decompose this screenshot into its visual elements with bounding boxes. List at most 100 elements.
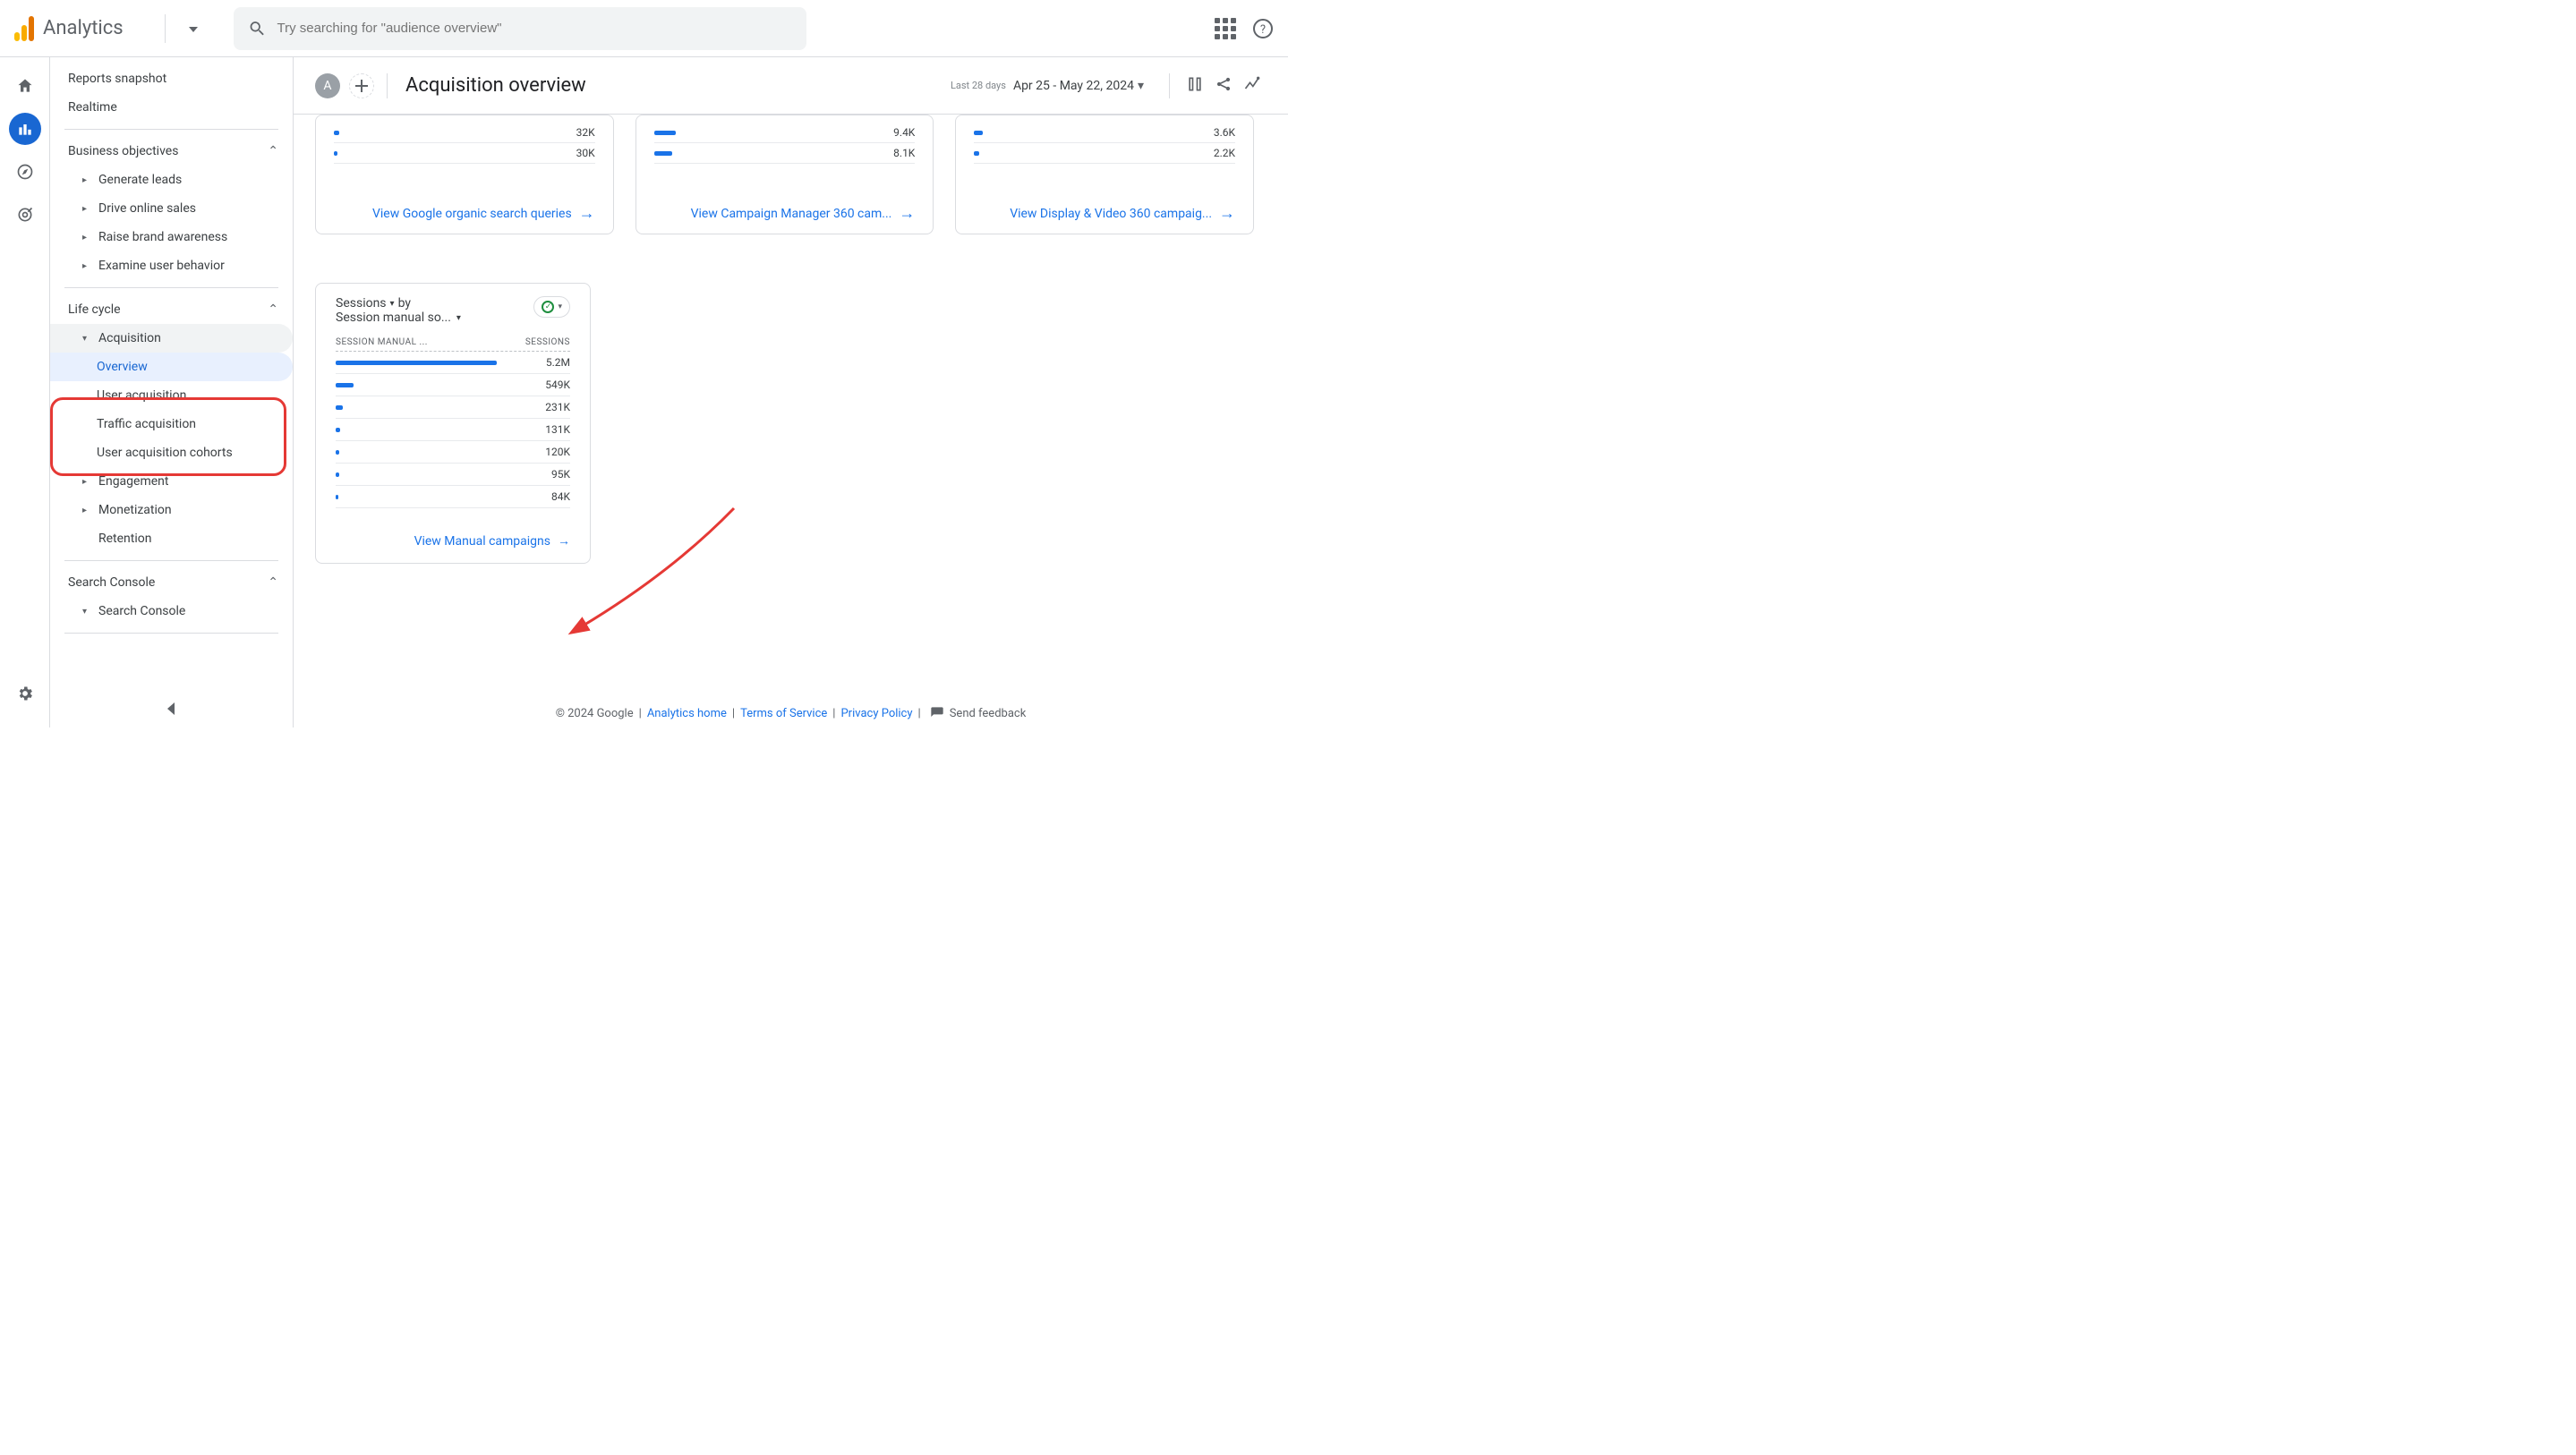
column-header: SESSION MANUAL ... — [336, 337, 428, 347]
caret-right-icon: ▸ — [82, 261, 91, 271]
apps-icon[interactable] — [1215, 18, 1236, 39]
card-cm360: 9.4K 8.1K View Campaign Manager 360 cam.… — [635, 115, 934, 234]
card-link-cm360[interactable]: View Campaign Manager 360 cam...→ — [654, 204, 916, 223]
metric-value: 3.6K — [1214, 126, 1235, 139]
nav-drive-online-sales[interactable]: ▸Drive online sales — [50, 194, 293, 223]
table-row: 5.2M — [336, 352, 570, 374]
ga-logo-icon — [14, 16, 34, 41]
separator — [165, 14, 166, 43]
nav-panel: Reports snapshot Realtime Business objec… — [50, 57, 294, 728]
card-link-dv360[interactable]: View Display & Video 360 campaig...→ — [974, 204, 1235, 223]
bar — [336, 405, 343, 410]
insights-icon[interactable] — [1243, 75, 1261, 97]
nav-monetization[interactable]: ▸Monetization — [50, 496, 293, 524]
add-comparison-button[interactable] — [349, 73, 374, 98]
bar — [336, 495, 338, 499]
home-icon — [16, 77, 34, 95]
view-manual-campaigns-link[interactable]: View Manual campaigns→ — [336, 533, 570, 549]
caret-down-icon: ▾ — [82, 334, 91, 344]
nav-user-acquisition-cohorts[interactable]: User acquisition cohorts — [50, 438, 293, 467]
table-row: 120K — [336, 441, 570, 464]
footer-analytics-home[interactable]: Analytics home — [647, 707, 727, 720]
caret-right-icon: ▸ — [82, 506, 91, 515]
metric-value: 9.4K — [893, 126, 915, 139]
share-icon[interactable] — [1215, 75, 1233, 97]
table-row: 84K — [336, 486, 570, 508]
gear-icon — [16, 685, 34, 702]
metric-value: 95K — [551, 468, 570, 481]
search-input[interactable] — [277, 21, 791, 36]
nav-collapse[interactable] — [167, 702, 176, 719]
page-title: Acquisition overview — [405, 74, 586, 97]
nav-acquisition[interactable]: ▾Acquisition — [50, 324, 293, 353]
nav-raise-brand-awareness[interactable]: ▸Raise brand awareness — [50, 223, 293, 251]
chevron-down-icon: ▾ — [390, 299, 395, 309]
divider — [64, 560, 278, 561]
nav-generate-leads[interactable]: ▸Generate leads — [50, 166, 293, 194]
arrow-right-icon: → — [558, 533, 570, 549]
card-link-organic-search[interactable]: View Google organic search queries→ — [334, 204, 595, 223]
caret-right-icon: ▸ — [82, 233, 91, 242]
metric-value: 131K — [545, 423, 570, 436]
help-icon[interactable]: ? — [1252, 18, 1274, 39]
property-dropdown[interactable] — [180, 21, 207, 36]
date-range-label: Last 28 days — [951, 80, 1006, 91]
bar — [336, 383, 354, 387]
rail-home[interactable] — [9, 70, 41, 102]
chevron-left-icon — [167, 702, 176, 715]
arrow-right-icon: → — [579, 204, 595, 223]
dimension-selector[interactable]: Session manual so... — [336, 311, 451, 325]
explore-icon — [16, 163, 34, 181]
nav-business-objectives[interactable]: Business objectives⌃ — [50, 137, 293, 166]
bar — [336, 450, 339, 455]
avatar[interactable]: A — [315, 73, 340, 98]
rail-admin[interactable] — [9, 677, 41, 710]
metric-value: 30K — [576, 147, 595, 159]
ga-logo[interactable]: Analytics — [14, 16, 124, 41]
top-header: Analytics ? — [0, 0, 1288, 57]
metric-value: 5.2M — [546, 356, 570, 369]
nav-traffic-acquisition[interactable]: Traffic acquisition — [50, 410, 293, 438]
feedback-icon — [930, 706, 944, 720]
rail-reports[interactable] — [9, 113, 41, 145]
nav-life-cycle[interactable]: Life cycle⌃ — [50, 295, 293, 324]
brand-text: Analytics — [43, 17, 124, 39]
metric-value: 120K — [545, 446, 570, 458]
sampling-indicator[interactable]: ✓ ▾ — [533, 296, 570, 318]
arrow-right-icon: → — [1219, 204, 1235, 223]
metric-value: 2.2K — [1214, 147, 1235, 159]
send-feedback[interactable]: Send feedback — [930, 706, 1027, 720]
nav-retention[interactable]: Retention — [50, 524, 293, 553]
metric-value: 549K — [545, 379, 570, 391]
separator — [387, 73, 388, 98]
chevron-up-icon: ⌃ — [268, 575, 278, 590]
metric-selector[interactable]: Sessions — [336, 296, 387, 311]
metric-value: 32K — [576, 126, 595, 139]
caret-right-icon: ▸ — [82, 477, 91, 487]
chevron-down-icon[interactable]: ▾ — [1138, 79, 1144, 93]
nav-search-console-section[interactable]: Search Console⌃ — [50, 568, 293, 597]
nav-user-acquisition[interactable]: User acquisition — [50, 381, 293, 410]
footer: © 2024 Google| Analytics home| Terms of … — [294, 706, 1288, 720]
divider — [64, 633, 278, 634]
date-range-value[interactable]: Apr 25 - May 22, 2024 — [1013, 79, 1134, 93]
target-icon — [16, 206, 34, 224]
nav-engagement[interactable]: ▸Engagement — [50, 467, 293, 496]
reports-icon — [16, 120, 34, 138]
nav-examine-user-behavior[interactable]: ▸Examine user behavior — [50, 251, 293, 280]
nav-reports-snapshot[interactable]: Reports snapshot — [50, 64, 293, 93]
nav-search-console-item[interactable]: ▾Search Console — [50, 597, 293, 625]
search-bar[interactable] — [234, 7, 806, 50]
customize-icon[interactable] — [1186, 75, 1204, 97]
rail-explore[interactable] — [9, 156, 41, 188]
table-row: 131K — [336, 419, 570, 441]
footer-tos[interactable]: Terms of Service — [740, 707, 827, 720]
footer-privacy[interactable]: Privacy Policy — [840, 707, 912, 720]
metric-value: 231K — [545, 401, 570, 413]
nav-realtime[interactable]: Realtime — [50, 93, 293, 122]
card-organic-search: 32K 30K View Google organic search queri… — [315, 115, 614, 234]
rail-advertising[interactable] — [9, 199, 41, 231]
bar — [336, 472, 339, 477]
content-header: A Acquisition overview Last 28 days Apr … — [294, 57, 1288, 115]
nav-overview[interactable]: Overview — [50, 353, 293, 381]
